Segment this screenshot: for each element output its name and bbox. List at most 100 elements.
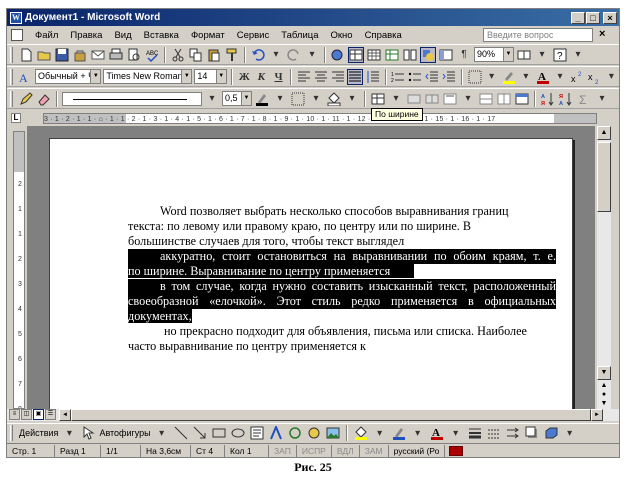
scroll-thumb[interactable] <box>597 142 611 212</box>
line-style-select[interactable] <box>62 91 202 106</box>
help-question-input[interactable]: Введите вопрос <box>483 28 593 42</box>
autoshapes-dropdown-icon[interactable]: ▾ <box>154 425 170 441</box>
insert-table-icon[interactable] <box>370 91 386 107</box>
word-app-icon[interactable]: W <box>10 11 22 24</box>
fill-color-dropdown-icon[interactable]: ▾ <box>372 425 388 441</box>
distribute-columns-icon[interactable] <box>496 91 512 107</box>
text-box-icon[interactable] <box>249 425 265 441</box>
superscript-icon[interactable]: x2 <box>570 69 585 85</box>
increase-indent-icon[interactable] <box>442 69 457 85</box>
border-color-icon[interactable] <box>254 91 270 107</box>
line-color-icon[interactable] <box>391 425 407 441</box>
tables-borders-icon[interactable] <box>348 46 364 63</box>
drawing-icon[interactable] <box>420 46 436 63</box>
chevron-down-icon[interactable]: ▼ <box>215 70 226 83</box>
eraser-icon[interactable] <box>36 91 52 107</box>
overflow-chevron-icon[interactable]: ▾ <box>534 47 550 63</box>
align-center-icon[interactable] <box>313 69 328 85</box>
line-color-dropdown-icon[interactable]: ▾ <box>410 425 426 441</box>
spelling-icon[interactable]: ABC <box>144 47 160 63</box>
line-tool-icon[interactable] <box>173 425 189 441</box>
save-disk-icon[interactable] <box>54 47 70 63</box>
cut-icon[interactable] <box>170 47 186 63</box>
chevron-down-icon[interactable]: ▼ <box>90 70 101 83</box>
insert-table-icon[interactable] <box>366 47 382 63</box>
rectangle-tool-icon[interactable] <box>211 425 227 441</box>
undo-icon[interactable] <box>250 47 266 63</box>
format-painter-icon[interactable] <box>224 47 240 63</box>
align-justify-icon[interactable] <box>347 68 364 85</box>
normal-view-icon[interactable]: ≡ <box>9 409 20 420</box>
web-layout-icon[interactable]: ◫ <box>21 409 32 420</box>
wordart-icon[interactable] <box>268 425 284 441</box>
align-cell-dropdown-icon[interactable]: ▾ <box>460 91 476 107</box>
permission-icon[interactable] <box>72 47 88 63</box>
scroll-left-button[interactable]: ◄ <box>59 409 71 421</box>
font-size-select[interactable]: 14 ▼ <box>194 69 227 84</box>
shadow-style-icon[interactable] <box>524 425 540 441</box>
line-weight-select[interactable]: 0,5 ▼ <box>222 91 252 106</box>
autosum-icon[interactable]: Σ <box>576 91 592 107</box>
merge-cells-icon[interactable] <box>406 91 422 107</box>
document-map-icon[interactable] <box>438 47 454 63</box>
toolbar-options-icon[interactable]: ▾ <box>562 425 578 441</box>
copy-icon[interactable] <box>188 47 204 63</box>
horizontal-scroll-thumb[interactable] <box>71 409 591 421</box>
font-select[interactable]: Times New Roman ▼ <box>103 69 193 84</box>
distribute-rows-icon[interactable] <box>478 91 494 107</box>
print-preview-icon[interactable] <box>126 47 142 63</box>
close-button[interactable]: × <box>603 11 617 24</box>
insert-table-dropdown-icon[interactable]: ▾ <box>388 91 404 107</box>
menu-view[interactable]: Вид <box>108 30 137 41</box>
oval-tool-icon[interactable] <box>230 425 246 441</box>
align-cell-icon[interactable] <box>442 91 458 107</box>
toolbar-options-icon[interactable]: ▾ <box>604 69 619 85</box>
decrease-indent-icon[interactable] <box>425 69 440 85</box>
draw-actions-menu[interactable]: Действия <box>19 428 58 438</box>
help-icon[interactable]: ? <box>552 47 568 63</box>
document-icon[interactable] <box>11 29 23 41</box>
insert-excel-icon[interactable] <box>384 47 400 63</box>
print-layout-icon[interactable]: ▣ <box>33 409 44 420</box>
style-select[interactable]: Обычный + Чер ▼ <box>35 69 102 84</box>
font-color-dropdown-icon[interactable]: ▾ <box>553 69 568 85</box>
line-style-icon[interactable] <box>467 425 483 441</box>
chevron-down-icon[interactable]: ▼ <box>241 92 251 105</box>
paste-icon[interactable] <box>206 47 222 63</box>
draw-actions-dropdown-icon[interactable]: ▾ <box>61 425 77 441</box>
font-color-dropdown-icon[interactable]: ▾ <box>448 425 464 441</box>
outline-view-icon[interactable]: ☰ <box>45 409 56 420</box>
outside-border-icon[interactable] <box>467 69 482 85</box>
highlight-dropdown-icon[interactable]: ▾ <box>518 69 533 85</box>
next-page-icon[interactable]: ▼ <box>599 399 609 408</box>
toolbar-grip[interactable] <box>10 46 13 63</box>
shading-color-icon[interactable] <box>326 91 342 107</box>
underline-button[interactable]: Ч <box>271 69 286 85</box>
sort-ascending-icon[interactable]: АЯ <box>540 91 556 107</box>
status-record-macro[interactable]: ЗАП <box>269 444 297 457</box>
vertical-ruler[interactable]: 2 1 1 2 3 4 5 6 7 8 <box>13 131 25 409</box>
chevron-down-icon[interactable]: ▼ <box>503 48 513 61</box>
autoshapes-menu[interactable]: Автофигуры <box>99 428 150 438</box>
scroll-up-button[interactable]: ▲ <box>597 126 611 140</box>
menu-edit[interactable]: Правка <box>64 30 108 41</box>
document-area[interactable]: Word позволяет выбрать несколько способо… <box>27 126 595 409</box>
hyperlink-icon[interactable] <box>330 47 346 63</box>
status-track-changes[interactable]: ИСПР <box>297 444 332 457</box>
sort-descending-icon[interactable]: ЯА <box>558 91 574 107</box>
shading-dropdown-icon[interactable]: ▾ <box>344 91 360 107</box>
menu-tools[interactable]: Сервис <box>231 30 276 41</box>
toolbar-options-icon[interactable]: ▾ <box>570 47 586 63</box>
arrow-tool-icon[interactable] <box>192 425 208 441</box>
open-folder-icon[interactable] <box>36 47 52 63</box>
align-right-icon[interactable] <box>330 69 345 85</box>
outside-border-icon[interactable] <box>290 91 306 107</box>
columns-icon[interactable] <box>402 47 418 63</box>
vertical-scrollbar[interactable]: ▲ ▼ ▲ ● ▼ <box>597 126 611 409</box>
clip-art-icon[interactable] <box>306 425 322 441</box>
redo-dropdown-icon[interactable]: ▾ <box>304 47 320 63</box>
border-dropdown-icon[interactable]: ▾ <box>308 91 324 107</box>
styles-pane-icon[interactable]: A <box>18 69 33 85</box>
status-overtype[interactable]: ЗАМ <box>360 444 389 457</box>
title-bar[interactable]: W Документ1 - Microsoft Word _ □ × <box>7 9 619 26</box>
